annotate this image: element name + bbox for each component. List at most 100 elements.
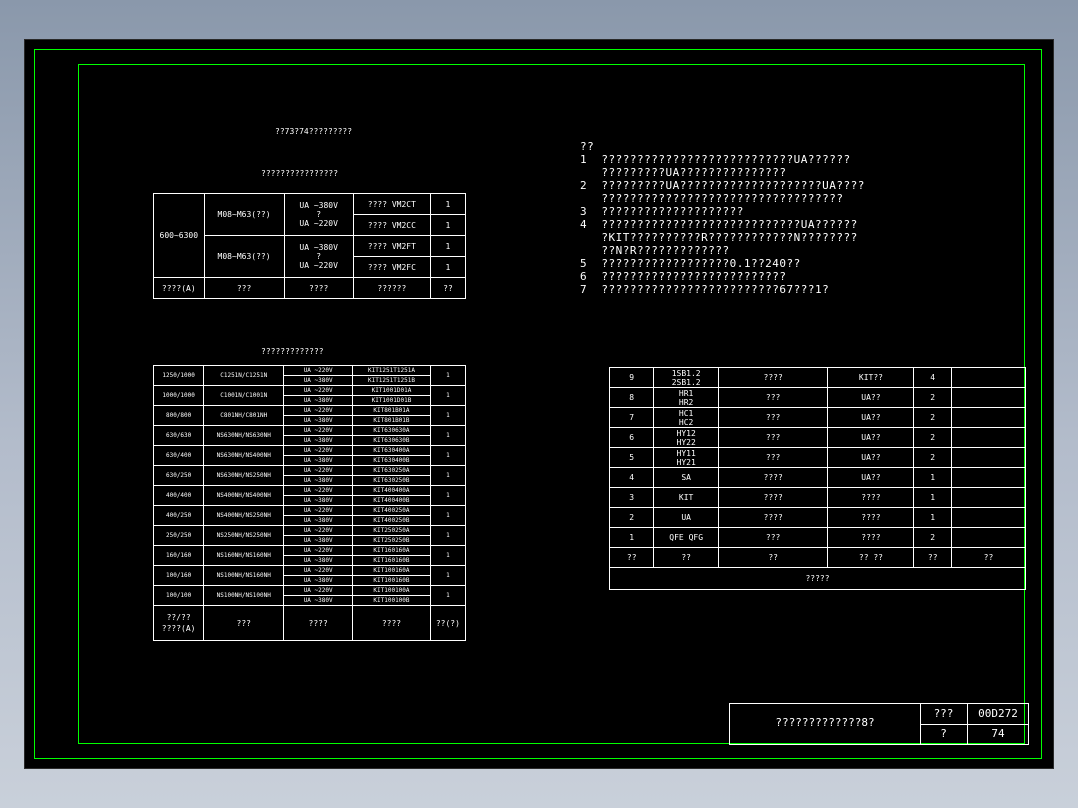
equipment-qty: 1 [913,487,952,508]
table2-row: 630/630 NS630NH/NS630NH UA ~220V UA ~380V KI… [152,425,467,446]
title-block-label: ? [940,727,947,740]
drawing-number: 00D272 [978,707,1018,720]
table2-voltage: UA ~220V UA ~380V [283,445,354,466]
table2-code: KIT1251T1251A KIT1251T1251B [352,365,431,386]
table2-range: 400/400 [152,485,205,506]
equipment-name: ??? [717,387,829,408]
table2-breaker: NS100NH/NS160NH [203,565,285,586]
equipment-header-cell: ?? [653,547,719,568]
equipment-model: KIT?? [827,367,915,388]
equipment-no: 5 [608,447,655,468]
table1-subtitle: ???????????????? [261,169,339,178]
table2-breaker: NS160NH/NS160NH [203,545,285,566]
table2-voltage-line: UA ~220V [284,406,353,416]
equipment-row: 3 KIT???????? 1 [608,487,1027,508]
equipment-symbol: HR2 [678,397,694,407]
table2-row: 800/800 C801NH/C801NH UA ~220V UA ~380V KIT8… [152,405,467,426]
table2-qty: 1 [429,385,467,406]
table2-voltage-line: UA ~220V [284,546,353,556]
table2-voltage-line: UA ~380V [303,497,333,504]
equipment-header-cell: ?? [913,547,952,568]
equipment-name: ???? [717,467,829,488]
equipment-header-cell: ?? [950,547,1027,568]
equipment-row: 7 HC1 HC2??? UA?? 2 [608,407,1027,428]
equipment-name: ???? [717,507,829,528]
table2-qty: 1 [429,505,467,526]
table1-code: ???? VM2FC [352,256,431,278]
table2-voltage-line: UA ~380V [303,397,333,404]
table2-voltage-line: UA ~380V [303,517,333,524]
equipment-sym: HR1 HR2 [653,387,719,408]
table1: 600~6300 M08~M63(??) UA ~380V? UA ~220V ?… [153,193,467,299]
equipment-row: 1 QFE QFG??????? 2 [608,527,1027,548]
table2-voltage-line: UA ~220V [284,386,353,396]
table2-code-line: KIT100160B [373,577,410,584]
table2-code-line: KIT400250B [373,517,410,524]
table2-voltage: UA ~220V UA ~380V [283,425,354,446]
table2-code: KIT801B01A KIT801B01B [352,405,431,426]
equipment-symbol: 2SB1.2 [671,377,701,387]
table2-code: KIT100160A KIT100160B [352,565,431,586]
table2-voltage: UA ~220V UA ~380V [283,385,354,406]
table2-code: KIT400250A KIT400250B [352,505,431,526]
note-line: 7 ?????????????????????????67???1? [580,283,830,296]
equipment-model: UA?? [827,387,915,408]
table2-range: 630/400 [152,445,205,466]
table2-voltage-line: UA ~380V [303,597,333,604]
table2-qty: 1 [429,405,467,426]
table2-qty: 1 [429,565,467,586]
equipment-no: 3 [608,487,655,508]
table2-range: 100/100 [152,585,205,606]
technical-notes: ?? 1 ???????????????????????????UA?????? … [580,140,865,296]
table2-row: 160/160 NS160NH/NS160NH UA ~220V UA ~380V KI… [152,545,467,566]
equipment-sym: SA [653,467,719,488]
table1-footer-cell: ?? [429,277,467,299]
table2-voltage: UA ~220V UA ~380V [283,505,354,526]
title-block: ?????????????8? ??? 00D272 ? 74 [729,703,1029,745]
table2-voltage: UA ~220V UA ~380V [283,365,354,386]
equipment-row: 8 HR1 HR2??? UA?? 2 [608,387,1027,408]
equipment-qty: 2 [913,527,952,548]
equipment-note [950,527,1027,548]
table2-voltage: UA ~220V UA ~380V [283,565,354,586]
table1-voltage: UA ~380V? UA ~220V [283,193,354,236]
note-line: ??N?R????????????? [580,244,730,257]
table2-code: KIT630630A KIT630630B [352,425,431,446]
equipment-model: UA?? [827,427,915,448]
table2-code: KIT630250A KIT630250B [352,465,431,486]
note-line: ?KIT??????????R????????????N???????? [580,231,858,244]
equipment-sym: HY11 HY21 [653,447,719,468]
equipment-model: ???? [827,487,915,508]
equipment-header-cell: ?? ?? [827,547,915,568]
table1-device: M08~M63(??) [203,235,285,278]
drawing-sheet: ??73?74????????? ???????????????? 600~63… [25,40,1053,768]
equipment-name: ???? [717,367,829,388]
table2-voltage-line: UA ~220V [284,426,353,436]
table2-code-line: KIT801B01A [353,406,430,416]
note-line: 6 ?????????????????????????? [580,270,787,283]
equipment-name: ??? [717,527,829,548]
table2-range: 160/160 [152,545,205,566]
equipment-note [950,467,1027,488]
table2-range: 250/250 [152,525,205,546]
table2-code-line: KIT630630B [373,437,410,444]
table2-footer-cell: ??(?) [429,605,467,641]
equipment-symbol: HY21 [676,457,696,467]
table2-code-line: KIT801B01B [373,417,410,424]
table2-voltage-line: UA ~220V [284,526,353,536]
table2-breaker: NS400NH/NS250NH [203,505,285,526]
table2-breaker: NS630NH/NS400NH [203,445,285,466]
equipment-sym: HC1 HC2 [653,407,719,428]
table2-qty: 1 [429,485,467,506]
table1-qty: 1 [429,214,467,236]
equipment-sym: 1SB1.2 2SB1.2 [653,367,719,388]
table2-range: 100/160 [152,565,205,586]
table2-code-line: KIT400400A [353,486,430,496]
table2-voltage-line: UA ~380V [303,557,333,564]
table2-title: ????????????? [261,347,324,356]
equipment-name: ???? [717,487,829,508]
table1-title: ??73?74????????? [275,127,353,136]
table2-code-line: KIT100100A [353,586,430,596]
table2-breaker: NS630NH/NS630NH [203,425,285,446]
equipment-note [950,487,1027,508]
